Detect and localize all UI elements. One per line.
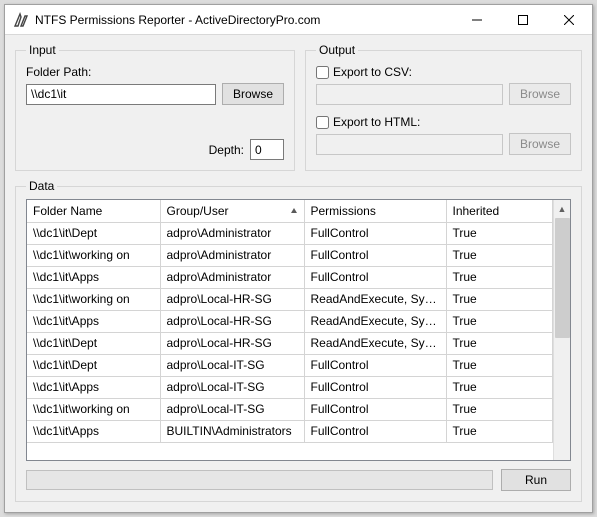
col-group-user[interactable]: Group/User (160, 200, 304, 222)
table-row[interactable]: \\dc1\it\Deptadpro\AdministratorFullCont… (27, 222, 553, 244)
cell-perm: ReadAndExecute, Syn... (304, 310, 446, 332)
cell-folder: \\dc1\it\working on (27, 398, 160, 420)
browse-csv-button: Browse (509, 83, 571, 105)
cell-inherit: True (446, 244, 553, 266)
cell-perm: FullControl (304, 222, 446, 244)
data-grid-inner: Folder Name Group/User Permissions Inher… (27, 200, 553, 460)
table-row[interactable]: \\dc1\it\working onadpro\Local-HR-SGRead… (27, 288, 553, 310)
browse-folder-button[interactable]: Browse (222, 83, 284, 105)
sort-asc-icon (290, 204, 298, 218)
cell-perm: FullControl (304, 398, 446, 420)
window: NTFS Permissions Reporter - ActiveDirect… (4, 4, 593, 513)
cell-perm: FullControl (304, 376, 446, 398)
csv-path-input (316, 84, 503, 105)
close-button[interactable] (546, 5, 592, 35)
cell-user: adpro\Local-IT-SG (160, 354, 304, 376)
app-icon (13, 12, 29, 28)
data-group: Data Folder Name Group/User (15, 179, 582, 502)
col-folder-name[interactable]: Folder Name (27, 200, 160, 222)
col-permissions[interactable]: Permissions (304, 200, 446, 222)
cell-inherit: True (446, 288, 553, 310)
scroll-thumb[interactable] (555, 218, 570, 338)
content-area: Input Folder Path: Browse Depth: Output … (5, 35, 592, 512)
cell-perm: ReadAndExecute, Syn... (304, 332, 446, 354)
minimize-button[interactable] (454, 5, 500, 35)
table-row[interactable]: \\dc1\it\working onadpro\AdministratorFu… (27, 244, 553, 266)
output-legend: Output (316, 43, 358, 57)
cell-inherit: True (446, 354, 553, 376)
cell-perm: FullControl (304, 244, 446, 266)
cell-inherit: True (446, 222, 553, 244)
table-header-row: Folder Name Group/User Permissions Inher… (27, 200, 553, 222)
cell-folder: \\dc1\it\Apps (27, 310, 160, 332)
cell-user: adpro\Local-HR-SG (160, 332, 304, 354)
cell-inherit: True (446, 376, 553, 398)
cell-user: adpro\Local-HR-SG (160, 310, 304, 332)
cell-folder: \\dc1\it\Apps (27, 266, 160, 288)
table-row[interactable]: \\dc1\it\Deptadpro\Local-IT-SGFullContro… (27, 354, 553, 376)
cell-inherit: True (446, 420, 553, 442)
output-group: Output Export to CSV: Browse Export to H… (305, 43, 582, 171)
titlebar[interactable]: NTFS Permissions Reporter - ActiveDirect… (5, 5, 592, 35)
cell-inherit: True (446, 266, 553, 288)
cell-user: adpro\Local-IT-SG (160, 376, 304, 398)
browse-html-button: Browse (509, 133, 571, 155)
table-row[interactable]: \\dc1\it\Appsadpro\Local-IT-SGFullContro… (27, 376, 553, 398)
cell-user: adpro\Administrator (160, 266, 304, 288)
cell-perm: FullControl (304, 420, 446, 442)
cell-folder: \\dc1\it\working on (27, 244, 160, 266)
export-html-label: Export to HTML: (333, 115, 420, 129)
data-legend: Data (26, 179, 57, 193)
scroll-up-icon[interactable]: ▲ (558, 202, 567, 216)
cell-folder: \\dc1\it\Dept (27, 354, 160, 376)
cell-inherit: True (446, 398, 553, 420)
data-grid: Folder Name Group/User Permissions Inher… (26, 199, 571, 461)
run-button[interactable]: Run (501, 469, 571, 491)
window-title: NTFS Permissions Reporter - ActiveDirect… (35, 13, 454, 27)
cell-folder: \\dc1\it\Dept (27, 332, 160, 354)
io-row: Input Folder Path: Browse Depth: Output … (15, 43, 582, 171)
html-path-input (316, 134, 503, 155)
cell-inherit: True (446, 310, 553, 332)
cell-perm: FullControl (304, 266, 446, 288)
table-row[interactable]: \\dc1\it\AppsBUILTIN\AdministratorsFullC… (27, 420, 553, 442)
maximize-button[interactable] (500, 5, 546, 35)
cell-folder: \\dc1\it\Dept (27, 222, 160, 244)
table-row[interactable]: \\dc1\it\Deptadpro\Local-HR-SGReadAndExe… (27, 332, 553, 354)
depth-label: Depth: (209, 143, 244, 157)
export-csv-checkbox[interactable] (316, 66, 329, 79)
progress-bar (26, 470, 493, 490)
cell-folder: \\dc1\it\Apps (27, 376, 160, 398)
cell-user: adpro\Local-HR-SG (160, 288, 304, 310)
cell-folder: \\dc1\it\working on (27, 288, 160, 310)
col-inherited[interactable]: Inherited (446, 200, 553, 222)
cell-perm: ReadAndExecute, Syn... (304, 288, 446, 310)
table-row[interactable]: \\dc1\it\Appsadpro\AdministratorFullCont… (27, 266, 553, 288)
export-csv-label: Export to CSV: (333, 65, 412, 79)
cell-inherit: True (446, 332, 553, 354)
folder-path-input[interactable] (26, 84, 216, 105)
cell-user: adpro\Administrator (160, 244, 304, 266)
vertical-scrollbar[interactable]: ▲ (553, 200, 570, 460)
cell-user: adpro\Local-IT-SG (160, 398, 304, 420)
cell-perm: FullControl (304, 354, 446, 376)
cell-user: adpro\Administrator (160, 222, 304, 244)
export-html-checkbox[interactable] (316, 116, 329, 129)
data-footer: Run (26, 469, 571, 491)
table-row[interactable]: \\dc1\it\Appsadpro\Local-HR-SGReadAndExe… (27, 310, 553, 332)
table-row[interactable]: \\dc1\it\working onadpro\Local-IT-SGFull… (27, 398, 553, 420)
cell-user: BUILTIN\Administrators (160, 420, 304, 442)
cell-folder: \\dc1\it\Apps (27, 420, 160, 442)
input-legend: Input (26, 43, 59, 57)
depth-input[interactable] (250, 139, 284, 160)
folder-path-label: Folder Path: (26, 65, 284, 79)
permissions-table: Folder Name Group/User Permissions Inher… (27, 200, 553, 443)
input-group: Input Folder Path: Browse Depth: (15, 43, 295, 171)
